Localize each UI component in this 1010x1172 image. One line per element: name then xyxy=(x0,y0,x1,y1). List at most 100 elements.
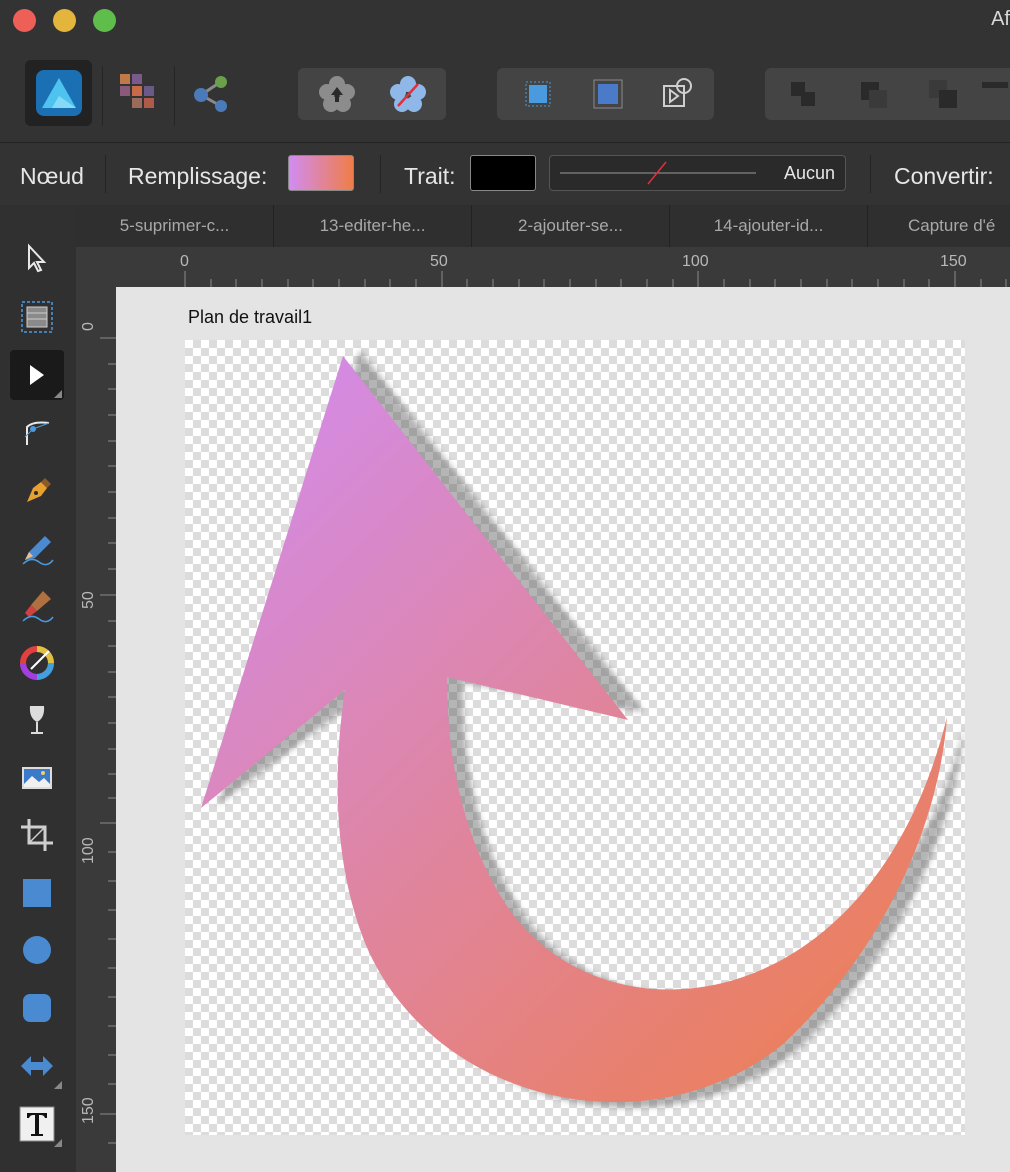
ruler-tick-label: 150 xyxy=(940,253,967,270)
arrange-forward-button[interactable] xyxy=(908,68,978,120)
stroke-preview-icon xyxy=(560,161,756,185)
stroke-style-value: Aucun xyxy=(783,163,835,183)
arrange-icon xyxy=(861,82,887,108)
arrange-backward-button[interactable] xyxy=(838,68,908,120)
minimize-window-button[interactable] xyxy=(53,9,76,32)
canvas-area[interactable]: Plan de travail1 xyxy=(116,287,1010,1172)
rectangle-icon xyxy=(23,879,51,907)
color-wheel-icon xyxy=(20,646,54,680)
flyout-indicator xyxy=(54,1081,62,1089)
ellipse-tool[interactable] xyxy=(10,925,64,975)
arrow-shape-tool[interactable] xyxy=(10,1041,64,1091)
tool-name-label: Nœud xyxy=(20,163,84,189)
pixel-persona-icon xyxy=(120,74,154,108)
context-separator xyxy=(380,155,381,193)
ruler-tick-label: 150 xyxy=(80,1097,97,1124)
text-t-icon xyxy=(19,1106,55,1142)
corner-curve-icon xyxy=(24,421,50,445)
node-pointer-icon xyxy=(30,365,44,385)
ruler-ticks xyxy=(100,337,116,1144)
fill-swatch[interactable] xyxy=(288,155,354,191)
place-image-button[interactable] xyxy=(302,68,372,120)
fountain-pen-icon xyxy=(27,478,51,502)
ruler-ticks xyxy=(184,271,1007,287)
context-separator xyxy=(105,155,106,193)
affinity-designer-icon xyxy=(36,70,82,116)
ruler-tick-label: 0 xyxy=(80,322,97,331)
fill-tool[interactable] xyxy=(10,638,64,688)
title-bar: Af xyxy=(0,0,1010,142)
rectangle-tool[interactable] xyxy=(10,868,64,918)
flower-upload-icon xyxy=(319,76,355,112)
wine-glass-icon xyxy=(29,706,45,734)
pixel-persona-button[interactable] xyxy=(105,68,175,120)
ruler-tick-label: 0 xyxy=(180,253,189,270)
flyout-indicator xyxy=(54,1139,62,1147)
stroke-label: Trait: xyxy=(404,163,456,189)
double-arrow-icon xyxy=(21,1056,53,1076)
pen-tool[interactable] xyxy=(10,465,64,515)
ruler-tick-label: 100 xyxy=(80,837,97,864)
crop-icon xyxy=(21,819,53,851)
stroke-style-dropdown[interactable]: Aucun xyxy=(549,155,846,191)
document-tab[interactable]: 13-editer-he... xyxy=(274,205,472,247)
convert-label: Convertir: xyxy=(894,163,994,189)
document-tabs: 5-suprimer-c... 13-editer-he... 2-ajoute… xyxy=(76,205,1010,247)
ruler-tick-label: 50 xyxy=(430,253,448,270)
ruler-tick-label: 50 xyxy=(80,591,97,609)
shapes-snap-icon xyxy=(663,78,692,107)
grid-dots-icon xyxy=(525,81,551,107)
curved-arrow-shape[interactable] xyxy=(185,340,965,1135)
artboard-icon xyxy=(21,301,53,333)
landscape-image-icon xyxy=(22,767,52,789)
text-tool[interactable] xyxy=(10,1099,64,1149)
zoom-window-button[interactable] xyxy=(93,9,116,32)
flower-no-fill-icon xyxy=(390,76,426,112)
crop-tool[interactable] xyxy=(10,810,64,860)
rounded-rectangle-icon xyxy=(23,994,51,1022)
rounded-rectangle-tool[interactable] xyxy=(10,983,64,1033)
arrange-back-button[interactable] xyxy=(768,68,838,120)
artboard[interactable] xyxy=(185,340,965,1135)
arrange-front-button[interactable] xyxy=(978,68,1010,120)
snap-grid-button[interactable] xyxy=(573,68,643,120)
flyout-indicator xyxy=(54,390,62,398)
pixel-grid-button[interactable] xyxy=(503,68,573,120)
arrange-icon xyxy=(791,82,815,106)
export-persona-button[interactable] xyxy=(175,68,245,120)
transparency-tool[interactable] xyxy=(10,695,64,745)
vertical-ruler: 0 50 100 150 xyxy=(76,287,116,1172)
context-separator xyxy=(870,155,871,193)
horizontal-ruler: 0 50 100 150 xyxy=(76,247,1010,287)
move-tool[interactable] xyxy=(10,233,64,283)
pencil-tool[interactable] xyxy=(10,523,64,573)
ruler-tick-label: 100 xyxy=(682,253,709,270)
artboard-tool[interactable] xyxy=(10,292,64,342)
brush-tool[interactable] xyxy=(10,580,64,630)
close-window-button[interactable] xyxy=(13,9,36,32)
context-toolbar: Nœud Remplissage: Trait: Aucun Convertir… xyxy=(0,142,1010,206)
export-persona-icon xyxy=(194,76,227,112)
toolbar-separator xyxy=(102,66,103,126)
clear-fill-button[interactable] xyxy=(373,68,443,120)
tools-panel xyxy=(0,205,76,1172)
fill-label: Remplissage: xyxy=(128,163,268,189)
document-tab[interactable]: 5-suprimer-c... xyxy=(76,205,274,247)
artboard-name-label[interactable]: Plan de travail1 xyxy=(188,307,312,328)
arrange-icon xyxy=(982,82,1008,88)
corner-tool[interactable] xyxy=(10,408,64,458)
pointer-arrow-icon xyxy=(28,243,47,273)
snap-shapes-button[interactable] xyxy=(643,68,713,120)
stroke-swatch[interactable] xyxy=(470,155,536,191)
document-tab[interactable]: 14-ajouter-id... xyxy=(670,205,868,247)
designer-persona-button[interactable] xyxy=(25,60,92,126)
grid-dots-icon xyxy=(593,79,623,109)
document-tab[interactable]: Capture d'é xyxy=(868,205,1010,247)
app-title: Af xyxy=(991,8,1010,30)
place-image-tool[interactable] xyxy=(10,753,64,803)
pencil-icon xyxy=(22,536,54,566)
paintbrush-icon xyxy=(22,591,54,623)
document-tab[interactable]: 2-ajouter-se... xyxy=(472,205,670,247)
arrange-icon xyxy=(929,80,957,108)
node-tool[interactable] xyxy=(10,350,64,400)
